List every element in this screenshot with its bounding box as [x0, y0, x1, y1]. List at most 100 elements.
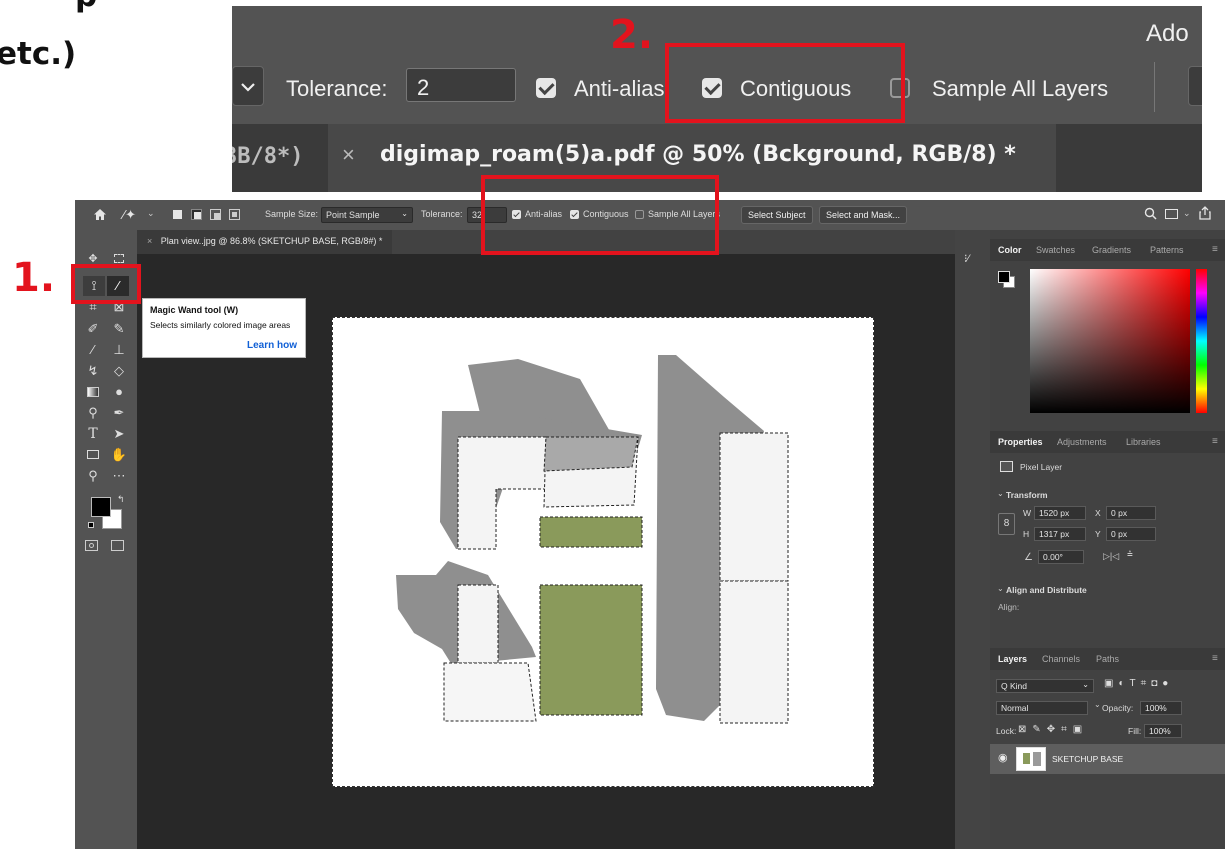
preset-chevron-icon[interactable]: ⌄ [147, 208, 155, 219]
align-distribute-label[interactable]: Align and Distribute [1006, 585, 1087, 595]
inset-anti-alias-checkbox[interactable] [536, 78, 556, 98]
more-tools-icon[interactable]: ⋯ [109, 467, 129, 485]
add-selection-icon[interactable] [191, 209, 202, 220]
subtract-selection-icon[interactable] [210, 209, 221, 220]
tab-patterns[interactable]: Patterns [1150, 245, 1184, 255]
inset-prev-tab[interactable]: 3B/8*) [232, 144, 303, 169]
quick-mask-icon[interactable] [85, 540, 98, 551]
sample-size-select[interactable]: Point Sample ⌄ [321, 207, 413, 223]
pen-tool-icon[interactable]: ✒ [109, 404, 129, 422]
workspace-icon[interactable] [1165, 209, 1178, 219]
width-field[interactable]: 1520 px [1034, 506, 1086, 520]
height-field[interactable]: 1317 px [1034, 527, 1086, 541]
height-label: H [1023, 529, 1030, 539]
inset-app-name: Ado [1146, 20, 1189, 47]
align-sub-label: Align: [998, 602, 1020, 612]
color-field[interactable] [1030, 269, 1190, 413]
tab-paths[interactable]: Paths [1096, 654, 1119, 664]
magic-wand-preset-icon[interactable]: ⁄✦ [123, 207, 136, 223]
layer-visibility-eye-icon[interactable]: ◉ [998, 751, 1008, 764]
intersect-selection-icon[interactable] [229, 209, 240, 220]
right-panels: Color Swatches Gradients Patterns ≡ Prop… [990, 230, 1225, 849]
tab-adjustments[interactable]: Adjustments [1057, 437, 1107, 447]
blur-tool-icon[interactable]: ● [109, 383, 129, 401]
hand-tool-icon[interactable]: ✋ [109, 446, 129, 464]
tab-properties[interactable]: Properties [998, 437, 1043, 447]
link-dimensions-icon[interactable]: 8 [998, 513, 1015, 535]
rectangle-tool-icon[interactable] [83, 446, 103, 464]
blend-mode-value: Normal [1001, 703, 1029, 713]
gradient-tool-icon[interactable] [83, 383, 103, 401]
color-panel-menu-icon[interactable]: ≡ [1212, 244, 1218, 255]
eraser-tool-icon[interactable]: ◇ [109, 362, 129, 380]
eyedropper-tool-icon[interactable]: ✐ [83, 320, 103, 338]
y-label: Y [1095, 529, 1101, 539]
default-colors-icon[interactable] [88, 522, 94, 528]
layer-thumbnail [1016, 747, 1046, 771]
transform-label[interactable]: Transform [1006, 490, 1048, 500]
history-brush-tool-icon[interactable]: ↯ [83, 362, 103, 380]
x-field[interactable]: 0 px [1106, 506, 1156, 520]
y-field[interactable]: 0 px [1106, 527, 1156, 541]
inset-sample-all-label: Sample All Layers [932, 76, 1109, 101]
inset-tolerance-input[interactable]: 2 [406, 68, 516, 102]
select-and-mask-button[interactable]: Select and Mask... [819, 206, 908, 224]
workspace-chevron-icon[interactable]: ⌄ [1183, 208, 1191, 219]
document-tab-title: Plan view..jpg @ 86.8% (SKETCHUP BASE, R… [160, 236, 383, 246]
stamp-tool-icon[interactable]: ⊥ [109, 341, 129, 359]
fill-field[interactable]: 100% [1144, 724, 1182, 738]
inset-right-field[interactable] [1188, 66, 1202, 106]
share-icon[interactable] [1199, 206, 1211, 225]
inset-anti-alias-label: Anti-alias [574, 76, 665, 101]
document-tab[interactable]: × Plan view..jpg @ 86.8% (SKETCHUP BASE,… [137, 230, 393, 254]
collapsed-panel-icon[interactable]: ⁝⁄ [964, 252, 969, 265]
opacity-field[interactable]: 100% [1140, 701, 1182, 715]
screen-mode-icon[interactable] [111, 540, 124, 551]
tooltip-learn-link[interactable]: Learn how [247, 340, 297, 351]
path-selection-tool-icon[interactable]: ➤ [109, 425, 129, 443]
layer-row-sketchup-base[interactable]: ◉ SKETCHUP BASE [990, 744, 1225, 774]
opacity-label: Opacity: [1102, 703, 1134, 713]
search-icon[interactable] [1144, 207, 1157, 225]
healing-brush-tool-icon[interactable]: ✎ [109, 320, 129, 338]
page-text-top: p [75, 0, 97, 14]
layers-panel-tabs: Layers Channels Paths ≡ [990, 648, 1225, 670]
flip-vertical-icon[interactable]: ⩮ [1127, 549, 1133, 560]
select-subject-button[interactable]: Select Subject [741, 206, 813, 224]
home-icon[interactable] [93, 208, 107, 226]
dodge-tool-icon[interactable]: ⚲ [83, 404, 103, 422]
fg-color-chip[interactable] [998, 271, 1010, 283]
tab-color[interactable]: Color [998, 245, 1022, 255]
angle-field[interactable]: 0.00° [1038, 550, 1084, 564]
flip-horizontal-icon[interactable]: ▷|◁ [1103, 551, 1119, 562]
tab-channels[interactable]: Channels [1042, 654, 1080, 664]
document-tab-close-icon[interactable]: × [147, 236, 152, 246]
hue-slider[interactable] [1196, 269, 1207, 413]
type-tool-icon[interactable]: T [83, 425, 103, 443]
tab-gradients[interactable]: Gradients [1092, 245, 1131, 255]
new-selection-icon[interactable] [173, 210, 182, 219]
brush-tool-icon[interactable]: ⁄ [83, 341, 103, 359]
inset-tab-close-icon[interactable]: × [342, 142, 355, 168]
foreground-color-swatch[interactable] [91, 497, 111, 517]
layers-menu-icon[interactable]: ≡ [1212, 653, 1218, 664]
tab-libraries[interactable]: Libraries [1126, 437, 1161, 447]
zoom-tool-icon[interactable]: ⚲ [83, 467, 103, 485]
tooltip-description: Selects similarly colored image areas [150, 320, 291, 330]
swap-colors-icon[interactable]: ↰ [117, 494, 125, 505]
properties-panel-tabs: Properties Adjustments Libraries ≡ [990, 431, 1225, 453]
document-canvas[interactable] [332, 317, 874, 787]
align-chevron-icon: ⌄ [997, 584, 1004, 593]
fill-label: Fill: [1128, 726, 1142, 736]
kind-filter[interactable]: Q Kind ⌄ [996, 679, 1094, 693]
sample-size-label: Sample Size: [265, 209, 319, 219]
tab-swatches[interactable]: Swatches [1036, 245, 1075, 255]
inset-dropdown-chevron-icon[interactable] [232, 66, 264, 106]
lock-icons[interactable]: ⊠✎✥⌗▣ [1018, 724, 1088, 735]
blend-mode-select[interactable]: Normal [996, 701, 1088, 715]
properties-menu-icon[interactable]: ≡ [1212, 436, 1218, 447]
sample-size-chevron-icon: ⌄ [401, 209, 408, 218]
tab-layers[interactable]: Layers [998, 654, 1027, 664]
layer-filter-icons[interactable]: ▣◐T⌗◘● [1104, 678, 1173, 689]
inset-tolerance-value: 2 [417, 75, 430, 100]
